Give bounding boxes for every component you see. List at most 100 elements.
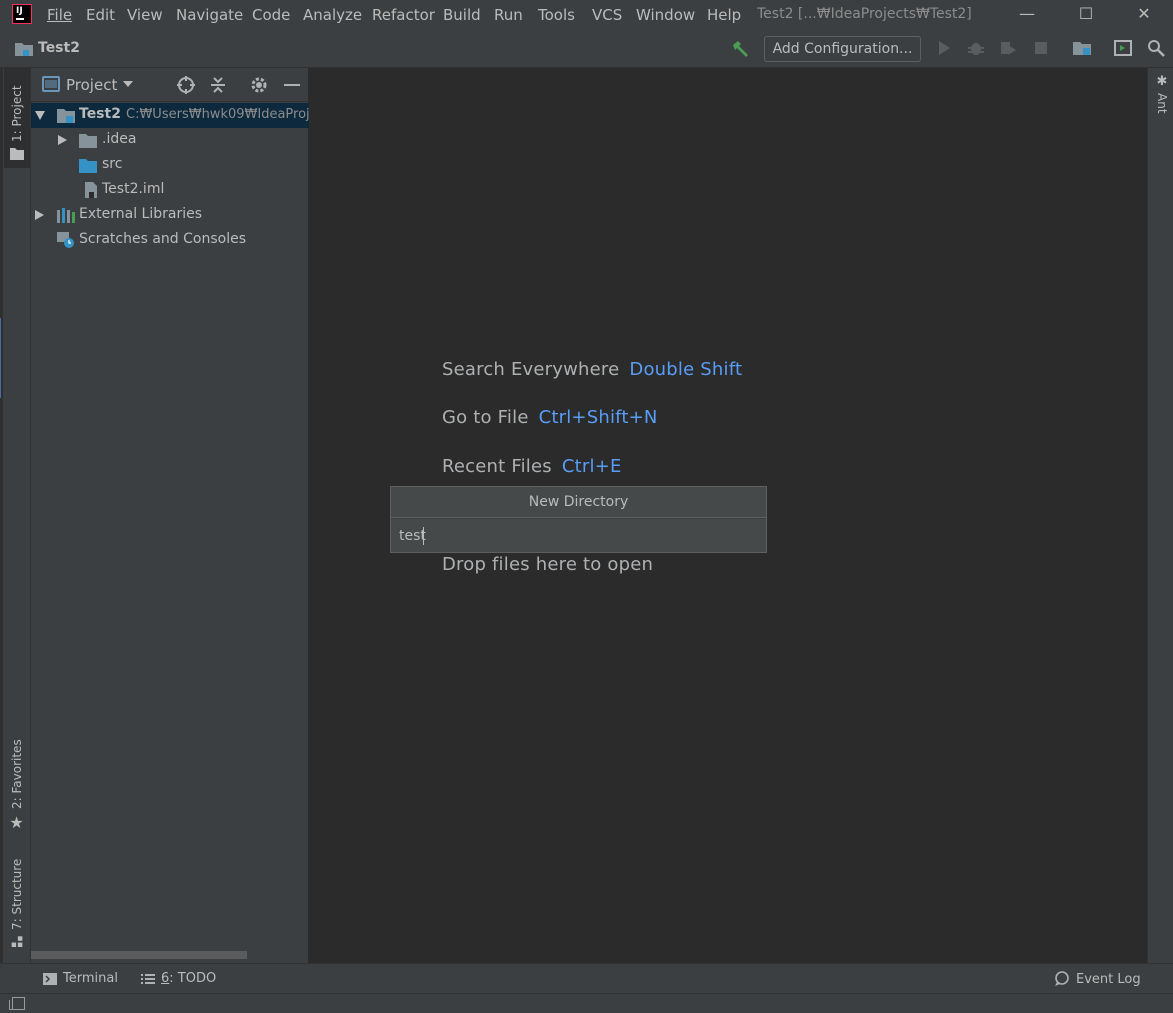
tree-label: .idea [102,131,137,147]
menu-tools[interactable]: Tools [538,6,575,24]
text-caret [423,527,424,545]
project-view-selector[interactable]: Project [66,76,117,94]
run-with-coverage-icon[interactable] [999,39,1017,57]
hint-drop-files: Drop files here to open [442,554,653,575]
tree-node-src[interactable]: src [31,153,309,178]
menu-view[interactable]: View [127,6,163,24]
run-anything-icon[interactable] [1114,39,1132,57]
gear-icon[interactable] [249,75,269,95]
tree-node-external-libraries[interactable]: External Libraries [31,203,309,228]
run-icon[interactable] [935,39,953,57]
project-folder-icon [15,43,33,56]
tool-tab-terminal-label: Terminal [63,971,118,986]
tree-node-scratches[interactable]: Scratches and Consoles [31,228,309,253]
maximize-button[interactable]: ☐ [1074,4,1098,24]
project-folder-icon [57,109,75,123]
window-title: Test2 [...₩IdeaProjects₩Test2] [757,6,972,22]
tree-label: Scratches and Consoles [79,231,246,247]
star-icon: ★ [7,813,27,832]
hint-shortcut: Ctrl+E [561,456,622,477]
tool-tab-project[interactable]: 1: Project [4,68,30,168]
structure-icon [11,936,23,947]
tool-tab-ant[interactable]: ✱ Ant [1152,74,1172,114]
status-bar [0,993,1173,1013]
tree-label: src [102,156,123,172]
menu-code[interactable]: Code [252,6,290,24]
chevron-down-icon[interactable] [123,81,133,87]
locate-target-icon[interactable] [176,75,196,95]
todo-list-icon [141,973,155,984]
hint-go-to-file: Go to File Ctrl+Shift+N [442,407,658,428]
hint-text: Go to File [442,407,529,428]
menu-edit[interactable]: Edit [86,6,115,24]
collapse-all-icon[interactable] [208,75,228,95]
source-folder-icon [79,159,97,173]
toggle-tool-windows-icon[interactable] [9,997,25,1010]
intellij-logo-icon: IJ [12,4,32,24]
menu-refactor[interactable]: Refactor [372,6,435,24]
horizontal-scrollbar[interactable] [31,951,247,959]
hint-search-everywhere: Search Everywhere Double Shift [442,359,742,380]
folder-icon [79,134,97,148]
hint-text: Recent Files [442,456,552,477]
project-tool-window: Project Test2 C:₩Users₩hwk09₩IdeaProj .i… [31,68,310,963]
event-log-button[interactable]: Event Log [1054,971,1141,987]
stop-icon[interactable] [1032,39,1050,57]
breadcrumb-project[interactable]: Test2 [38,40,80,56]
search-icon[interactable] [1147,39,1165,57]
menu-navigate[interactable]: Navigate [176,6,243,24]
tool-tab-favorites-label: 2: Favorites [10,739,24,809]
speech-bubble-icon [1055,971,1069,986]
close-button[interactable]: ✕ [1132,4,1156,24]
project-structure-icon[interactable] [1073,39,1091,57]
menu-run[interactable]: Run [494,6,523,24]
menu-analyze[interactable]: Analyze [303,6,362,24]
project-panel-header: Project [31,68,309,102]
tree-node-idea[interactable]: .idea [31,128,309,153]
folder-icon [10,148,24,160]
tree-label: Test2.iml [102,181,165,197]
popup-title: New Directory [391,487,766,518]
ant-icon: ✱ [1154,74,1170,89]
tool-tab-ant-label: Ant [1155,93,1169,114]
tree-node-project-root[interactable]: Test2 C:₩Users₩hwk09₩IdeaProj [31,103,310,128]
terminal-icon [43,972,57,985]
expand-arrow-icon[interactable] [58,135,67,145]
strip-edge [0,68,3,963]
menu-help[interactable]: Help [707,6,741,24]
event-log-label: Event Log [1076,971,1141,987]
scratches-icon [57,232,74,248]
tool-tab-project-label: 1: Project [10,85,24,142]
expand-arrow-icon[interactable] [35,210,44,220]
tool-tab-todo-label: 6: TODO [161,971,217,986]
left-tool-window-strip: 1: Project ★ 2: Favorites 7: Structure [0,68,31,963]
hint-recent-files: Recent Files Ctrl+E [442,456,622,477]
tool-tab-todo[interactable]: 6: TODO [141,971,216,986]
expand-arrow-icon[interactable] [35,111,45,120]
right-tool-window-strip: ✱ Ant [1147,68,1173,963]
add-configuration-button[interactable]: Add Configuration... [764,36,921,62]
tree-label: External Libraries [79,206,202,222]
menu-build[interactable]: Build [443,6,481,24]
module-file-icon [85,182,97,198]
tool-tab-favorites[interactable]: ★ 2: Favorites [4,738,30,838]
hint-shortcut: Double Shift [629,359,743,380]
debug-icon[interactable] [967,39,985,57]
hint-shortcut: Ctrl+Shift+N [538,407,658,428]
hint-text: Drop files here to open [442,554,654,575]
build-hammer-icon[interactable] [730,39,750,59]
navigation-bar: Test2 Add Configuration... [0,30,1173,68]
hint-text: Search Everywhere [442,359,620,380]
project-view-icon [42,76,60,92]
menu-file[interactable]: File [47,6,72,24]
tool-tab-terminal[interactable]: Terminal [43,971,118,986]
tool-tab-structure[interactable]: 7: Structure [4,853,30,953]
hide-panel-icon[interactable] [282,75,302,95]
tree-node-iml[interactable]: Test2.iml [31,178,309,203]
tree-path: C:₩Users₩hwk09₩IdeaProj [126,107,310,122]
tree-label: Test2 [79,106,121,122]
directory-name-input[interactable] [391,519,766,552]
minimize-button[interactable]: — [1015,4,1039,24]
menu-vcs[interactable]: VCS [592,6,622,24]
menu-window[interactable]: Window [636,6,695,24]
